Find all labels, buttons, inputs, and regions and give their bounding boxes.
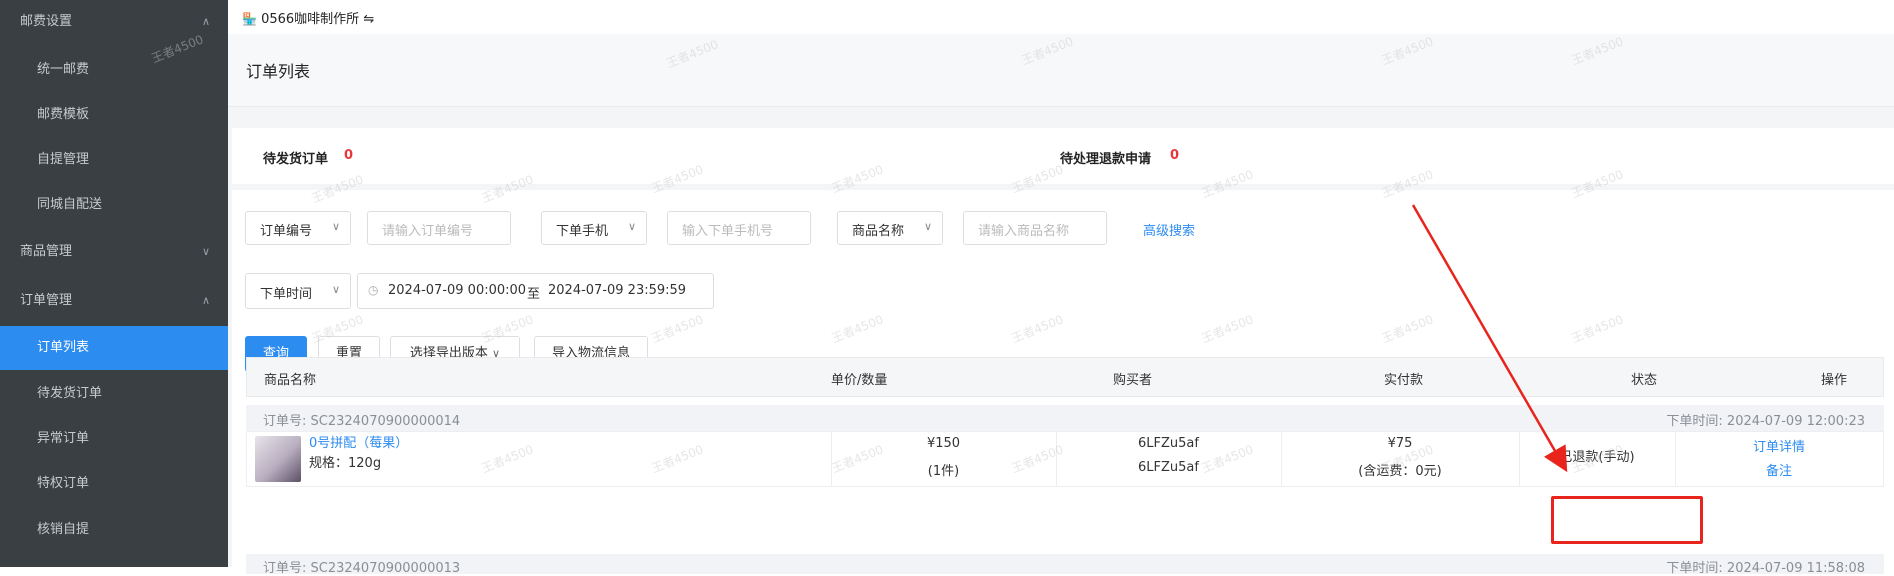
sidebar-item-label: 待发货订单	[37, 386, 103, 401]
main-content: 🏪 0566咖啡制作所 ⇋ 订单列表 待发货订单 0 待处理退款申请 0 订单编…	[228, 0, 1894, 576]
sidebar-item[interactable]: 异常订单	[0, 417, 228, 461]
sidebar-item[interactable]: 订单管理 ∧	[0, 279, 228, 323]
sidebar-item-label: 订单管理	[20, 293, 73, 308]
sidebar-item-label: 异常订单	[37, 431, 90, 446]
sidebar-item-label: 特权订单	[37, 476, 90, 491]
sidebar-item[interactable]: 同城自配送	[0, 183, 228, 227]
sidebar: 邮费设置 ∧ 统一邮费邮费模板自提管理同城自配送商品管理 ∨ 订单管理 ∧ 订单列表待发货订…	[0, 0, 228, 567]
sidebar-item[interactable]: 特权订单	[0, 462, 228, 506]
chevron-up-icon: ∧	[201, 15, 210, 28]
sidebar-item-label: 统一邮费	[37, 62, 90, 77]
sidebar-item[interactable]: 邮费模板	[0, 93, 228, 137]
sidebar-item[interactable]: 核销自提	[0, 508, 228, 552]
sidebar-item[interactable]: 商品管理 ∨	[0, 230, 228, 274]
arrow-line	[1411, 204, 1568, 473]
sidebar-item-label: 邮费模板	[37, 107, 90, 122]
sidebar-item-label: 订单列表	[37, 340, 90, 355]
sidebar-item[interactable]: 统一邮费	[0, 48, 228, 92]
sidebar-item[interactable]: 订单列表	[0, 326, 228, 370]
chevron-up-icon: ∧	[201, 294, 210, 307]
annotation-arrow	[1411, 204, 1568, 473]
sidebar-item-label: 自提管理	[37, 152, 90, 167]
chevron-down-icon: ∨	[201, 245, 210, 258]
sidebar-item-label: 核销自提	[37, 522, 90, 537]
sidebar-item[interactable]: 自提管理	[0, 138, 228, 182]
sidebar-item-label: 同城自配送	[37, 197, 103, 212]
sidebar-item[interactable]: 邮费设置 ∧	[0, 0, 228, 44]
sidebar-item-label: 邮费设置	[20, 14, 73, 29]
sidebar-item[interactable]: 待发货订单	[0, 372, 228, 416]
sidebar-item-label: 商品管理	[20, 244, 73, 259]
